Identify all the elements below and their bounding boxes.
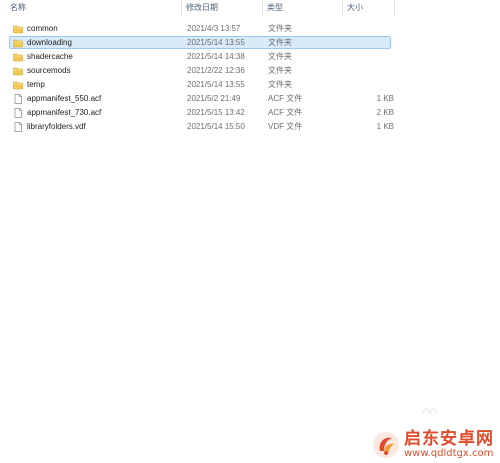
watermark-title: 启东安卓网 — [404, 429, 494, 449]
folder-icon — [13, 66, 23, 76]
file-type: 文件夹 — [268, 80, 292, 89]
file-row[interactable]: libraryfolders.vdf 2021/5/14 15:50 VDF 文件 1… — [0, 120, 400, 134]
file-row[interactable]: sourcemods 2021/2/22 12:36 文件夹 — [0, 64, 400, 78]
column-header-name[interactable]: 名称 — [6, 0, 182, 16]
file-row[interactable]: common 2021/4/3 13:57 文件夹 — [0, 22, 400, 36]
file-date: 2021/5/14 14:38 — [187, 52, 245, 61]
file-date: 2021/5/14 13:55 — [187, 38, 245, 47]
file-date: 2021/5/2 21:49 — [187, 94, 241, 103]
file-explorer-window: 名称 修改日期 类型 大小 common 2021/4/3 13:57 文件夹 dow… — [0, 0, 500, 463]
cursor-icon — [422, 408, 438, 415]
file-name: appmanifest_550.acf — [27, 94, 102, 103]
file-size: 2 KB — [376, 108, 394, 117]
watermark-logo-icon — [373, 431, 399, 458]
file-name: downloading — [27, 38, 72, 47]
column-header-date[interactable]: 修改日期 — [182, 0, 263, 16]
file-type: ACF 文件 — [268, 108, 303, 117]
column-header-bar: 名称 修改日期 类型 大小 — [6, 0, 395, 16]
watermark: 启东安卓网 www.qdldtgx.com — [372, 430, 494, 459]
file-row[interactable]: downloading 2021/5/14 13:55 文件夹 — [0, 36, 400, 50]
file-list: common 2021/4/3 13:57 文件夹 downloading 2021/5… — [0, 22, 400, 134]
file-type: 文件夹 — [268, 38, 292, 47]
file-type: 文件夹 — [268, 52, 292, 61]
file-type: ACF 文件 — [268, 94, 303, 103]
folder-icon — [13, 80, 23, 90]
file-icon — [13, 122, 23, 132]
file-date: 2021/5/14 13:55 — [187, 80, 245, 89]
folder-icon — [13, 52, 23, 62]
folder-icon — [13, 38, 23, 48]
file-row[interactable]: shadercache 2021/5/14 14:38 文件夹 — [0, 50, 400, 64]
file-row[interactable]: temp 2021/5/14 13:55 文件夹 — [0, 78, 400, 92]
file-size: 1 KB — [376, 94, 394, 103]
folder-icon — [13, 24, 23, 34]
column-header-type[interactable]: 类型 — [263, 0, 343, 16]
file-date: 2021/5/15 13:42 — [187, 108, 245, 117]
file-row[interactable]: appmanifest_730.acf 2021/5/15 13:42 ACF 文件… — [0, 106, 400, 120]
watermark-url: www.qdldtgx.com — [404, 448, 494, 459]
file-name: shadercache — [27, 52, 73, 61]
file-name: temp — [27, 80, 45, 89]
file-size: 1 KB — [376, 122, 394, 131]
file-name: appmanifest_730.acf — [27, 108, 102, 117]
file-name: libraryfolders.vdf — [27, 122, 86, 131]
column-header-size[interactable]: 大小 — [343, 0, 395, 16]
file-name: sourcemods — [27, 66, 71, 75]
file-type: 文件夹 — [268, 24, 292, 33]
file-row[interactable]: appmanifest_550.acf 2021/5/2 21:49 ACF 文件 1… — [0, 92, 400, 106]
file-type: 文件夹 — [268, 66, 292, 75]
file-type: VDF 文件 — [268, 122, 303, 131]
file-name: common — [27, 24, 58, 33]
file-date: 2021/2/22 12:36 — [187, 66, 245, 75]
file-icon — [13, 108, 23, 118]
file-date: 2021/4/3 13:57 — [187, 24, 241, 33]
file-icon — [13, 94, 23, 104]
file-date: 2021/5/14 15:50 — [187, 122, 245, 131]
